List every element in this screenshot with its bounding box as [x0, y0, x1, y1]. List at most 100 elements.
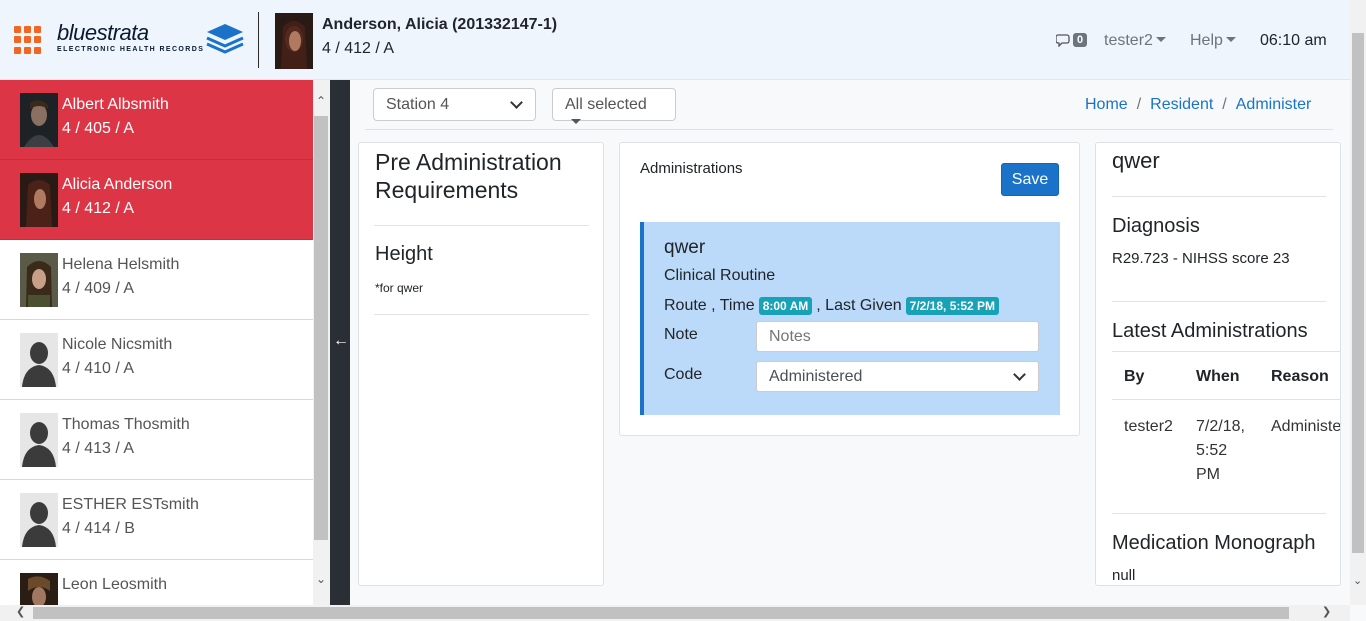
patient-avatar: [20, 573, 58, 605]
pre-admin-title-line1: Pre Administration: [375, 149, 562, 175]
table-header-border: [1112, 399, 1340, 400]
patient-photo: [275, 13, 313, 69]
patient-avatar: [20, 173, 58, 227]
page-vertical-scroll-thumb[interactable]: [1352, 33, 1364, 553]
bluestrata-logo[interactable]: bluestrata ELECTRONIC HEALTH RECORDS: [57, 20, 247, 60]
cell-when-line: 5:52: [1196, 442, 1228, 459]
patient-location: 4 / 412 / A: [322, 40, 395, 57]
patient-list-location: 4 / 413 / A: [62, 440, 135, 457]
chat-icon: [1056, 34, 1070, 47]
patient-list-item[interactable]: Albert Albsmith 4 / 405 / A: [0, 80, 313, 160]
monograph-heading: Medication Monograph: [1112, 532, 1316, 554]
save-button[interactable]: Save: [1001, 163, 1059, 196]
help-menu-label: Help: [1190, 32, 1223, 49]
patient-list-name: Helena Helsmith: [62, 256, 180, 273]
table-top-border: [1112, 351, 1340, 352]
breadcrumb-separator: /: [1136, 96, 1142, 113]
scroll-down-icon[interactable]: ⌄: [1353, 574, 1362, 587]
cell-when: 7/2/18, 5:52 PM: [1196, 415, 1245, 487]
avatar-silhouette-icon: [20, 493, 58, 547]
help-menu[interactable]: Help: [1190, 32, 1236, 50]
pre-admin-title-line2: Requirements: [375, 177, 519, 203]
column-header-when: When: [1196, 368, 1240, 385]
patient-list-item[interactable]: Alicia Anderson 4 / 412 / A: [0, 160, 313, 240]
patient-list: Albert Albsmith 4 / 405 / A Alicia Ander…: [0, 80, 313, 605]
column-header-reason: Reason: [1271, 368, 1329, 385]
breadcrumb-home[interactable]: Home: [1085, 96, 1128, 113]
logo-wordmark: bluestrata: [57, 20, 149, 45]
patient-list-location: 4 / 414 / B: [62, 520, 135, 537]
caret-down-icon: [1155, 37, 1166, 42]
route-time-label: Route , Time: [664, 297, 755, 314]
breadcrumb-administer[interactable]: Administer: [1236, 96, 1312, 113]
patient-list-location: 4 / 412 / A: [62, 200, 135, 217]
column-header-by: By: [1124, 368, 1145, 385]
logo-subtitle: ELECTRONIC HEALTH RECORDS: [57, 46, 205, 53]
scroll-right-icon[interactable]: ❯: [1322, 605, 1331, 618]
administration-card: qwer Clinical Routine Route , Time 8:00 …: [640, 222, 1060, 415]
medication-name: qwer: [664, 237, 706, 258]
requirement-note: *for qwer: [375, 281, 424, 295]
cell-when-line: 7/2/18,: [1196, 418, 1245, 435]
arrow-left-icon[interactable]: ←: [333, 332, 349, 350]
patient-list-item[interactable]: Leon Leosmith: [0, 560, 313, 605]
scroll-up-icon[interactable]: ⌃: [316, 94, 326, 108]
breadcrumb: Home / Resident / Administer: [1085, 96, 1311, 114]
patient-list-scroll-thumb[interactable]: [314, 116, 328, 540]
cell-by: tester2: [1124, 418, 1173, 435]
user-menu[interactable]: tester2: [1104, 32, 1166, 50]
divider: [1112, 513, 1326, 514]
chevron-down-icon: [1013, 368, 1026, 381]
time-badge: 8:00 AM: [758, 297, 813, 315]
scroll-down-icon[interactable]: ⌄: [316, 572, 326, 586]
note-label: Note: [664, 326, 698, 343]
patient-list-scrollbar[interactable]: ⌃ ⌄: [313, 80, 330, 605]
patient-avatar: [20, 253, 58, 307]
logo-stack-icon: [206, 24, 244, 54]
patient-list-item[interactable]: ESTHER ESTsmith 4 / 414 / B: [0, 480, 313, 560]
administrations-label: Administrations: [640, 160, 743, 177]
app-grid-icon[interactable]: [14, 26, 42, 54]
chevron-down-icon: [510, 96, 523, 109]
sidebar-collapse-bar[interactable]: ←: [330, 80, 350, 605]
medication-details-panel: qwer Diagnosis R29.723 - NIHSS score 23 …: [1095, 142, 1341, 586]
page-vertical-scrollbar[interactable]: ⌄: [1350, 0, 1366, 605]
administrations-panel: Administrations Save qwer Clinical Routi…: [619, 142, 1080, 436]
messages-button[interactable]: 0: [1056, 33, 1088, 47]
patient-list-location: 4 / 409 / A: [62, 280, 135, 297]
medication-title: qwer: [1112, 148, 1160, 173]
filter-select-value: All selected: [565, 96, 647, 113]
monograph-text: null: [1112, 567, 1136, 584]
page-horizontal-scrollbar[interactable]: ❮ ❯: [0, 605, 1350, 621]
page-horizontal-scroll-thumb[interactable]: [33, 607, 1289, 619]
divider: [374, 314, 589, 315]
caret-down-icon: [1225, 37, 1236, 42]
route-time-row: Route , Time 8:00 AM , Last Given 7/2/18…: [664, 297, 1003, 315]
patient-list-item[interactable]: Helena Helsmith 4 / 409 / A: [0, 240, 313, 320]
avatar-silhouette-icon: [20, 333, 58, 387]
filter-select[interactable]: All selected: [552, 88, 676, 124]
note-input[interactable]: [756, 321, 1039, 352]
code-select[interactable]: Administered: [756, 361, 1039, 392]
divider: [1112, 196, 1326, 197]
caret-down-icon: [571, 119, 581, 124]
patient-list-location: 4 / 410 / A: [62, 360, 135, 377]
medication-schedule: Clinical Routine: [664, 267, 776, 284]
patient-list-item[interactable]: Nicole Nicsmith 4 / 410 / A: [0, 320, 313, 400]
patient-list-item[interactable]: Thomas Thosmith 4 / 413 / A: [0, 400, 313, 480]
breadcrumb-resident[interactable]: Resident: [1150, 96, 1213, 113]
last-given-badge: 7/2/18, 5:52 PM: [905, 297, 1000, 315]
current-time: 06:10 am: [1260, 32, 1327, 49]
patient-list-name: Leon Leosmith: [62, 576, 167, 593]
avatar-silhouette-icon: [20, 413, 58, 467]
patient-list-name: ESTHER ESTsmith: [62, 496, 199, 513]
station-select[interactable]: Station 4: [373, 88, 536, 121]
divider: [374, 225, 589, 226]
station-select-value: Station 4: [386, 96, 450, 113]
latest-administrations-heading: Latest Administrations: [1112, 320, 1308, 342]
patient-list-name: Albert Albsmith: [62, 96, 169, 113]
scroll-left-icon[interactable]: ❮: [16, 605, 25, 618]
code-label: Code: [664, 366, 703, 383]
patient-list-name: Alicia Anderson: [62, 176, 173, 193]
messages-count-badge: 0: [1073, 33, 1088, 47]
